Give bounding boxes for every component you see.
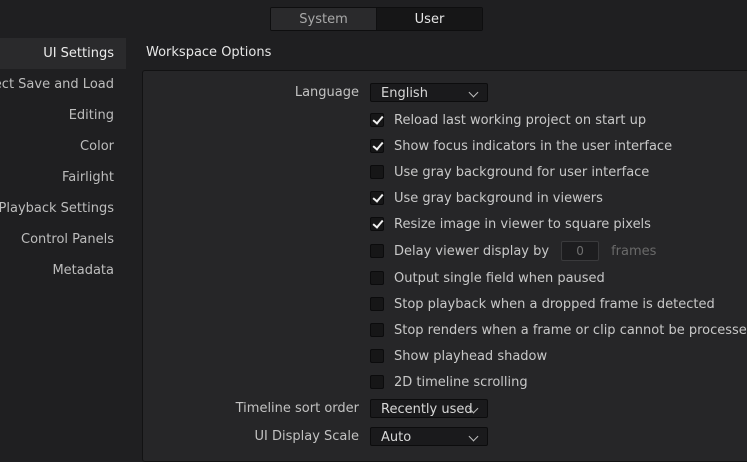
sidebar-item-metadata[interactable]: Metadata	[52, 255, 114, 286]
sidebar-item-playback-settings[interactable]: Playback Settings	[0, 193, 114, 224]
language-dropdown[interactable]: English	[370, 83, 488, 102]
sidebar-item-control-panels[interactable]: Control Panels	[21, 224, 114, 255]
checkbox-label: Resize image in viewer to square pixels	[394, 216, 651, 232]
checkbox[interactable]	[370, 113, 384, 127]
checkbox-label: Use gray background in viewers	[394, 190, 603, 206]
checkbox[interactable]	[370, 375, 384, 389]
checkbox[interactable]	[370, 165, 384, 179]
frames-unit-label: frames	[611, 243, 657, 259]
checkbox[interactable]	[370, 349, 384, 363]
checkbox-row[interactable]: Stop playback when a dropped frame is de…	[370, 294, 715, 314]
checkbox[interactable]	[370, 297, 384, 311]
checkbox-label: Output single field when paused	[394, 270, 605, 286]
checkbox-label: Stop renders when a frame or clip cannot…	[394, 322, 747, 338]
checkbox-row[interactable]: Use gray background in viewers	[370, 188, 603, 208]
ui-scale-value: Auto	[381, 430, 412, 445]
language-value: English	[381, 86, 428, 101]
checkbox-label: 2D timeline scrolling	[394, 374, 528, 390]
checkbox[interactable]	[370, 191, 384, 205]
ui-scale-dropdown[interactable]: Auto	[370, 427, 488, 446]
checkbox-row[interactable]: Resize image in viewer to square pixels	[370, 214, 651, 234]
checkbox-label: Show focus indicators in the user interf…	[394, 138, 673, 154]
checkbox[interactable]	[370, 323, 384, 337]
checkbox-label: Show playhead shadow	[394, 348, 548, 364]
checkbox[interactable]	[370, 139, 384, 153]
sidebar-item-ui-settings[interactable]: UI Settings	[43, 38, 114, 69]
language-label: Language	[294, 85, 359, 100]
checkbox-label: Stop playback when a dropped frame is de…	[394, 296, 715, 312]
checkbox-label: Delay viewer display by	[394, 243, 550, 259]
checkbox[interactable]	[370, 271, 384, 285]
sidebar-item-project-save-and-load[interactable]: oject Save and Load	[0, 69, 114, 100]
checkbox-row[interactable]: Delay viewer display by 0 frames	[370, 241, 656, 261]
checkbox-row[interactable]: Use gray background for user interface	[370, 162, 649, 182]
sidebar: UI Settings oject Save and Load Editing …	[0, 38, 126, 450]
chevron-down-icon	[468, 87, 479, 98]
checkbox-row[interactable]: Show playhead shadow	[370, 346, 547, 366]
checkbox-row[interactable]: Stop renders when a frame or clip cannot…	[370, 320, 747, 340]
checkbox[interactable]	[370, 217, 384, 231]
section-title: Workspace Options	[146, 45, 272, 60]
preferences-tab-switch: System User	[270, 7, 483, 31]
checkbox-row[interactable]: 2D timeline scrolling	[370, 372, 528, 392]
sidebar-item-color[interactable]: Color	[80, 131, 114, 162]
checkbox-label: Use gray background for user interface	[394, 164, 650, 180]
checkbox-label: Reload last working project on start up	[394, 112, 647, 128]
checkbox[interactable]	[370, 244, 384, 258]
checkbox-row[interactable]: Output single field when paused	[370, 268, 605, 288]
delay-frames-input[interactable]: 0	[561, 241, 600, 261]
sidebar-item-fairlight[interactable]: Fairlight	[62, 162, 114, 193]
checkbox-row[interactable]: Show focus indicators in the user interf…	[370, 136, 672, 156]
chevron-down-icon	[468, 431, 479, 442]
checkbox-row[interactable]: Reload last working project on start up	[370, 110, 646, 130]
sidebar-item-editing[interactable]: Editing	[69, 100, 114, 131]
ui-scale-label: UI Display Scale	[254, 429, 359, 444]
timeline-sort-dropdown[interactable]: Recently used	[370, 399, 488, 418]
timeline-sort-value: Recently used	[381, 402, 473, 417]
timeline-sort-label: Timeline sort order	[235, 401, 359, 416]
tab-system[interactable]: System	[271, 8, 377, 30]
tab-user[interactable]: User	[377, 8, 482, 30]
